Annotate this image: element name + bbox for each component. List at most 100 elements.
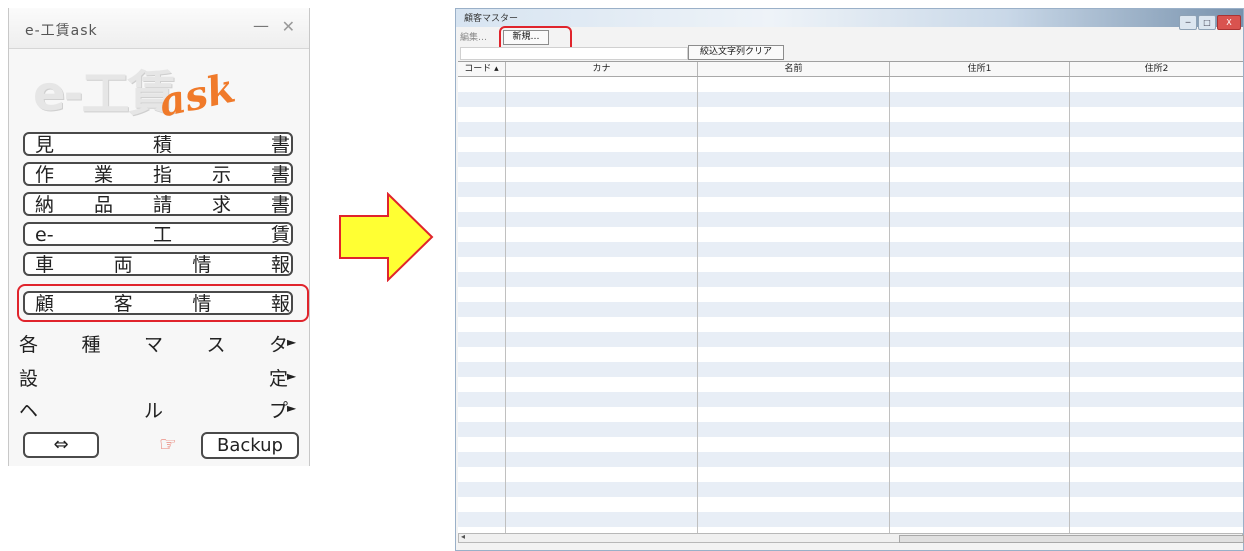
submenu-help[interactable]: ヘ ル プ ► — [19, 396, 301, 422]
table-row[interactable] — [458, 92, 1243, 107]
clear-filter-button[interactable]: 絞込文字列クリア — [688, 45, 784, 60]
window-close-button[interactable]: X — [1217, 15, 1241, 30]
submenu-char: ル — [144, 400, 164, 422]
column-header-address1[interactable]: 住所1 — [890, 62, 1070, 76]
column-header-address2[interactable]: 住所2 — [1070, 62, 1243, 76]
column-header-code[interactable]: コード ▴ — [458, 62, 506, 76]
table-row[interactable] — [458, 107, 1243, 122]
column-divider — [697, 77, 698, 534]
button-char: 指 — [153, 164, 173, 186]
button-char: 書 — [271, 134, 291, 156]
pointing-hand-icon: ☞ — [159, 432, 177, 456]
column-divider — [505, 77, 506, 534]
submenu-char: タ — [269, 334, 289, 356]
submenu-char: 種 — [81, 334, 101, 356]
table-row[interactable] — [458, 257, 1243, 272]
backup-button[interactable]: Backup — [201, 432, 299, 459]
submenu-char: 各 — [19, 334, 39, 356]
button-char: 品 — [94, 194, 114, 216]
button-char: 作 — [35, 164, 55, 186]
window-controls: ─ □ X — [1178, 10, 1241, 30]
table-row[interactable] — [458, 467, 1243, 482]
table-row[interactable] — [458, 422, 1243, 437]
button-char: e- — [35, 224, 54, 246]
table-row[interactable] — [458, 332, 1243, 347]
button-char: 納 — [35, 194, 55, 216]
logo-main-text: e-工賃 — [33, 66, 175, 122]
table-row[interactable] — [458, 242, 1243, 257]
right-arrow-icon — [339, 192, 434, 282]
table-header: コード ▴ カナ 名前 住所1 住所2 — [458, 62, 1243, 77]
customer-table: コード ▴ カナ 名前 住所1 住所2 — [458, 61, 1243, 534]
window-titlebar: 顧客マスター ─ □ X — [456, 9, 1243, 30]
table-row[interactable] — [458, 482, 1243, 497]
table-row[interactable] — [458, 287, 1243, 302]
table-row[interactable] — [458, 182, 1243, 197]
button-char: 車 — [35, 254, 55, 276]
launcher-window: e-工賃ask — ✕ e-工賃 ask 見積書作業指示書納品請求書 e- 工賃車両… — [8, 8, 310, 466]
table-row[interactable] — [458, 197, 1243, 212]
button-char: 賃 — [271, 224, 291, 246]
submenu-char: プ — [269, 400, 289, 422]
table-row[interactable] — [458, 452, 1243, 467]
horizontal-scrollbar[interactable]: ◂ — [458, 532, 1244, 543]
submenu-char: ヘ — [19, 400, 39, 422]
button-char: 請 — [153, 194, 173, 216]
swap-button[interactable]: ⇔ — [23, 432, 99, 458]
edit-button[interactable]: 編集… — [460, 30, 487, 43]
table-row[interactable] — [458, 302, 1243, 317]
button-char: 両 — [113, 254, 133, 276]
table-row[interactable] — [458, 497, 1243, 512]
table-row[interactable] — [458, 227, 1243, 242]
minimize-icon[interactable]: — — [253, 16, 269, 35]
table-row[interactable] — [458, 347, 1243, 362]
table-row[interactable] — [458, 122, 1243, 137]
customer-master-window: 顧客マスター ─ □ X 編集… 新規… 絞込文字列クリア コード ▴ カナ 名前 … — [455, 8, 1244, 551]
submenu-char: 定 — [269, 368, 289, 390]
button-char: 書 — [271, 164, 291, 186]
table-row[interactable] — [458, 137, 1243, 152]
window-maximize-button[interactable]: □ — [1198, 15, 1216, 30]
scrollbar-thumb[interactable] — [899, 535, 1244, 543]
table-body — [458, 77, 1243, 534]
scroll-left-icon[interactable]: ◂ — [461, 532, 465, 541]
table-row[interactable] — [458, 77, 1243, 92]
window-minimize-button[interactable]: ─ — [1179, 15, 1197, 30]
table-row[interactable] — [458, 437, 1243, 452]
submenu-settings[interactable]: 設 定 ► — [19, 364, 301, 390]
button-char: 報 — [271, 254, 291, 276]
column-header-name[interactable]: 名前 — [698, 62, 890, 76]
close-icon[interactable]: ✕ — [282, 17, 295, 36]
table-row[interactable] — [458, 317, 1243, 332]
table-row[interactable] — [458, 272, 1243, 287]
button-char: 業 — [94, 164, 114, 186]
table-row[interactable] — [458, 167, 1243, 182]
vehicle-info-button[interactable]: 車両情報 — [23, 252, 293, 276]
button-char: 書 — [271, 194, 291, 216]
app-logo: e-工賃 ask — [9, 52, 309, 127]
submenu-arrow-icon: ► — [287, 335, 297, 349]
button-char: 情 — [192, 254, 212, 276]
column-header-kana[interactable]: カナ — [506, 62, 698, 76]
filter-input[interactable] — [460, 47, 688, 60]
button-char: 積 — [153, 134, 173, 156]
submenu-arrow-icon: ► — [287, 369, 297, 383]
launcher-titlebar: e-工賃ask — ✕ — [9, 8, 309, 49]
table-row[interactable] — [458, 512, 1243, 527]
launcher-title: e-工賃ask — [25, 23, 98, 39]
table-row[interactable] — [458, 152, 1243, 167]
table-row[interactable] — [458, 212, 1243, 227]
work-order-button[interactable]: 作業指示書 — [23, 162, 293, 186]
button-char: 見 — [35, 134, 55, 156]
table-row[interactable] — [458, 407, 1243, 422]
submenu-char: マ — [144, 334, 164, 356]
table-row[interactable] — [458, 377, 1243, 392]
table-row[interactable] — [458, 392, 1243, 407]
window-title: 顧客マスター — [464, 14, 519, 24]
table-row[interactable] — [458, 362, 1243, 377]
customer-info-highlight — [17, 284, 309, 322]
estimate-button[interactable]: 見積書 — [23, 132, 293, 156]
e-koutin-button[interactable]: e- 工 賃 — [23, 222, 293, 246]
submenu-masters[interactable]: 各 種 マ ス タ ► — [19, 330, 301, 356]
delivery-invoice-button[interactable]: 納品請求書 — [23, 192, 293, 216]
